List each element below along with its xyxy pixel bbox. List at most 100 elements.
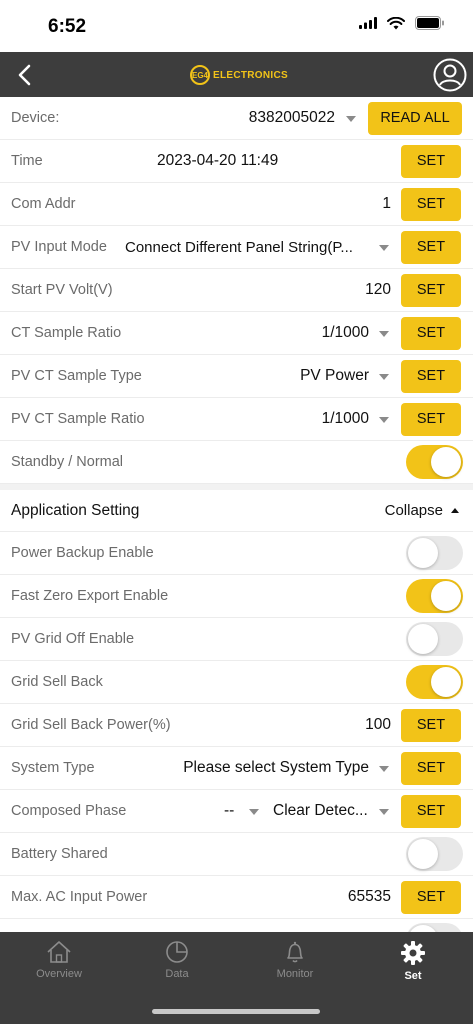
grid-sell-back-power-set-button[interactable]: SET bbox=[401, 708, 461, 742]
status-icons bbox=[359, 16, 445, 30]
toggle-knob bbox=[408, 538, 438, 568]
system-type-select[interactable]: Please select System Type bbox=[183, 759, 369, 777]
tab-label: Monitor bbox=[276, 968, 314, 980]
time-set-button[interactable]: SET bbox=[401, 144, 461, 178]
tab-data[interactable]: Data bbox=[127, 940, 227, 990]
bell-icon bbox=[287, 941, 303, 963]
pv-ct-sample-type-select[interactable]: PV Power bbox=[300, 367, 369, 385]
signal-icon bbox=[359, 17, 377, 29]
pv-ct-sample-ratio-row: PV CT Sample Ratio 1/1000 SET bbox=[0, 398, 473, 441]
user-icon bbox=[433, 58, 467, 92]
grid-sell-back-power-value[interactable]: 100 bbox=[365, 716, 391, 734]
pv-ct-sample-ratio-set-button[interactable]: SET bbox=[401, 402, 461, 436]
tab-monitor[interactable]: Monitor bbox=[245, 940, 345, 990]
clear-detect-select[interactable]: Clear Detec... bbox=[273, 802, 368, 820]
max-ac-input-power-value[interactable]: 65535 bbox=[348, 888, 391, 906]
collapse-button[interactable]: Collapse bbox=[385, 502, 459, 519]
read-all-button[interactable]: READ ALL bbox=[368, 101, 462, 135]
logo-text: ELECTRONICS bbox=[213, 69, 288, 81]
tab-label: Data bbox=[165, 968, 189, 980]
start-pv-volt-set-button[interactable]: SET bbox=[401, 273, 461, 307]
caret-up-icon bbox=[451, 508, 459, 513]
max-ac-input-power-label: Max. AC Input Power bbox=[11, 889, 148, 905]
power-backup-enable-toggle[interactable] bbox=[406, 536, 463, 570]
user-profile-button[interactable] bbox=[433, 58, 467, 92]
composed-phase-label: Composed Phase bbox=[11, 803, 127, 819]
com-addr-row: Com Addr 1 SET bbox=[0, 183, 473, 226]
caret-down-icon[interactable] bbox=[379, 417, 389, 423]
status-bar: 6:52 bbox=[0, 0, 473, 52]
pie-chart-icon bbox=[166, 941, 188, 963]
grid-sell-back-row: Grid Sell Back bbox=[0, 661, 473, 704]
settings-content[interactable]: Device: 8382005022 READ ALL Time 2023-04… bbox=[0, 97, 473, 932]
pv-ct-sample-type-label: PV CT Sample Type bbox=[11, 368, 142, 384]
pv-grid-off-enable-toggle[interactable] bbox=[406, 622, 463, 656]
back-button[interactable] bbox=[10, 60, 38, 90]
fast-zero-export-enable-label: Fast Zero Export Enable bbox=[11, 588, 169, 604]
com-addr-set-button[interactable]: SET bbox=[401, 187, 461, 221]
pv-ct-sample-type-set-button[interactable]: SET bbox=[401, 359, 461, 393]
power-backup-enable-label: Power Backup Enable bbox=[11, 545, 154, 561]
battery-shared-label: Battery Shared bbox=[11, 846, 108, 862]
logo-badge: EG4 bbox=[190, 65, 210, 85]
status-time: 6:52 bbox=[48, 16, 87, 37]
com-addr-label: Com Addr bbox=[11, 196, 76, 212]
pv-grid-off-enable-label: PV Grid Off Enable bbox=[11, 631, 135, 647]
caret-down-icon[interactable] bbox=[379, 809, 389, 815]
home-indicator bbox=[152, 1009, 320, 1014]
time-label: Time bbox=[11, 153, 43, 169]
battery-shared-toggle[interactable] bbox=[406, 837, 463, 871]
caret-down-icon[interactable] bbox=[379, 245, 389, 251]
device-select[interactable]: 8382005022 bbox=[249, 109, 335, 127]
toggle-knob bbox=[408, 839, 438, 869]
time-row: Time 2023-04-20 11:49 SET bbox=[0, 140, 473, 183]
battery-shared-row: Battery Shared bbox=[0, 833, 473, 876]
caret-down-icon[interactable] bbox=[346, 116, 356, 122]
composed-phase-select[interactable]: -- bbox=[224, 802, 234, 820]
toggle-knob bbox=[431, 667, 461, 697]
system-type-set-button[interactable]: SET bbox=[401, 751, 461, 785]
section-title: Application Setting bbox=[11, 501, 140, 519]
time-value[interactable]: 2023-04-20 11:49 bbox=[157, 152, 278, 170]
caret-down-icon[interactable] bbox=[249, 809, 259, 815]
tab-overview[interactable]: Overview bbox=[9, 940, 109, 990]
pv-ct-sample-ratio-select[interactable]: 1/1000 bbox=[322, 410, 369, 428]
pv-input-mode-select[interactable]: Connect Different Panel String(P... bbox=[125, 239, 353, 256]
standby-normal-row: Standby / Normal bbox=[0, 441, 473, 484]
ct-sample-ratio-set-button[interactable]: SET bbox=[401, 316, 461, 350]
back-arrow-icon bbox=[18, 64, 31, 86]
ct-sample-ratio-label: CT Sample Ratio bbox=[11, 325, 122, 341]
max-ac-input-power-set-button[interactable]: SET bbox=[401, 880, 461, 914]
pv-input-mode-set-button[interactable]: SET bbox=[401, 230, 461, 264]
com-addr-value[interactable]: 1 bbox=[382, 195, 391, 213]
grid-sell-back-toggle[interactable] bbox=[406, 665, 463, 699]
home-icon bbox=[47, 941, 71, 963]
standby-normal-label: Standby / Normal bbox=[11, 454, 124, 470]
toggle-knob bbox=[408, 925, 438, 932]
grid-sell-back-power-label: Grid Sell Back Power(%) bbox=[11, 717, 171, 733]
pv-input-mode-row: PV Input Mode Connect Different Panel St… bbox=[0, 226, 473, 269]
composed-phase-set-button[interactable]: SET bbox=[401, 794, 461, 828]
pv-input-mode-label: PV Input Mode bbox=[11, 239, 107, 255]
standby-normal-toggle[interactable] bbox=[406, 445, 463, 479]
next-setting-toggle[interactable] bbox=[406, 923, 463, 932]
start-pv-volt-row: Start PV Volt(V) 120 SET bbox=[0, 269, 473, 312]
fast-zero-export-enable-toggle[interactable] bbox=[406, 579, 463, 613]
grid-sell-back-power-row: Grid Sell Back Power(%) 100 SET bbox=[0, 704, 473, 747]
power-backup-enable-row: Power Backup Enable bbox=[0, 532, 473, 575]
tab-set[interactable]: Set bbox=[363, 940, 463, 990]
start-pv-volt-label: Start PV Volt(V) bbox=[11, 282, 113, 298]
pv-ct-sample-type-row: PV CT Sample Type PV Power SET bbox=[0, 355, 473, 398]
toggle-knob bbox=[408, 624, 438, 654]
ct-sample-ratio-select[interactable]: 1/1000 bbox=[322, 324, 369, 342]
caret-down-icon[interactable] bbox=[379, 331, 389, 337]
application-setting-header: Application Setting Collapse bbox=[0, 490, 473, 532]
bottom-tab-bar: Overview Data Monitor Set bbox=[0, 932, 473, 1024]
max-ac-input-power-row: Max. AC Input Power 65535 SET bbox=[0, 876, 473, 919]
caret-down-icon[interactable] bbox=[379, 374, 389, 380]
caret-down-icon[interactable] bbox=[379, 766, 389, 772]
system-type-row: System Type Please select System Type SE… bbox=[0, 747, 473, 790]
start-pv-volt-value[interactable]: 120 bbox=[365, 281, 391, 299]
system-type-label: System Type bbox=[11, 760, 95, 776]
toggle-knob bbox=[431, 581, 461, 611]
